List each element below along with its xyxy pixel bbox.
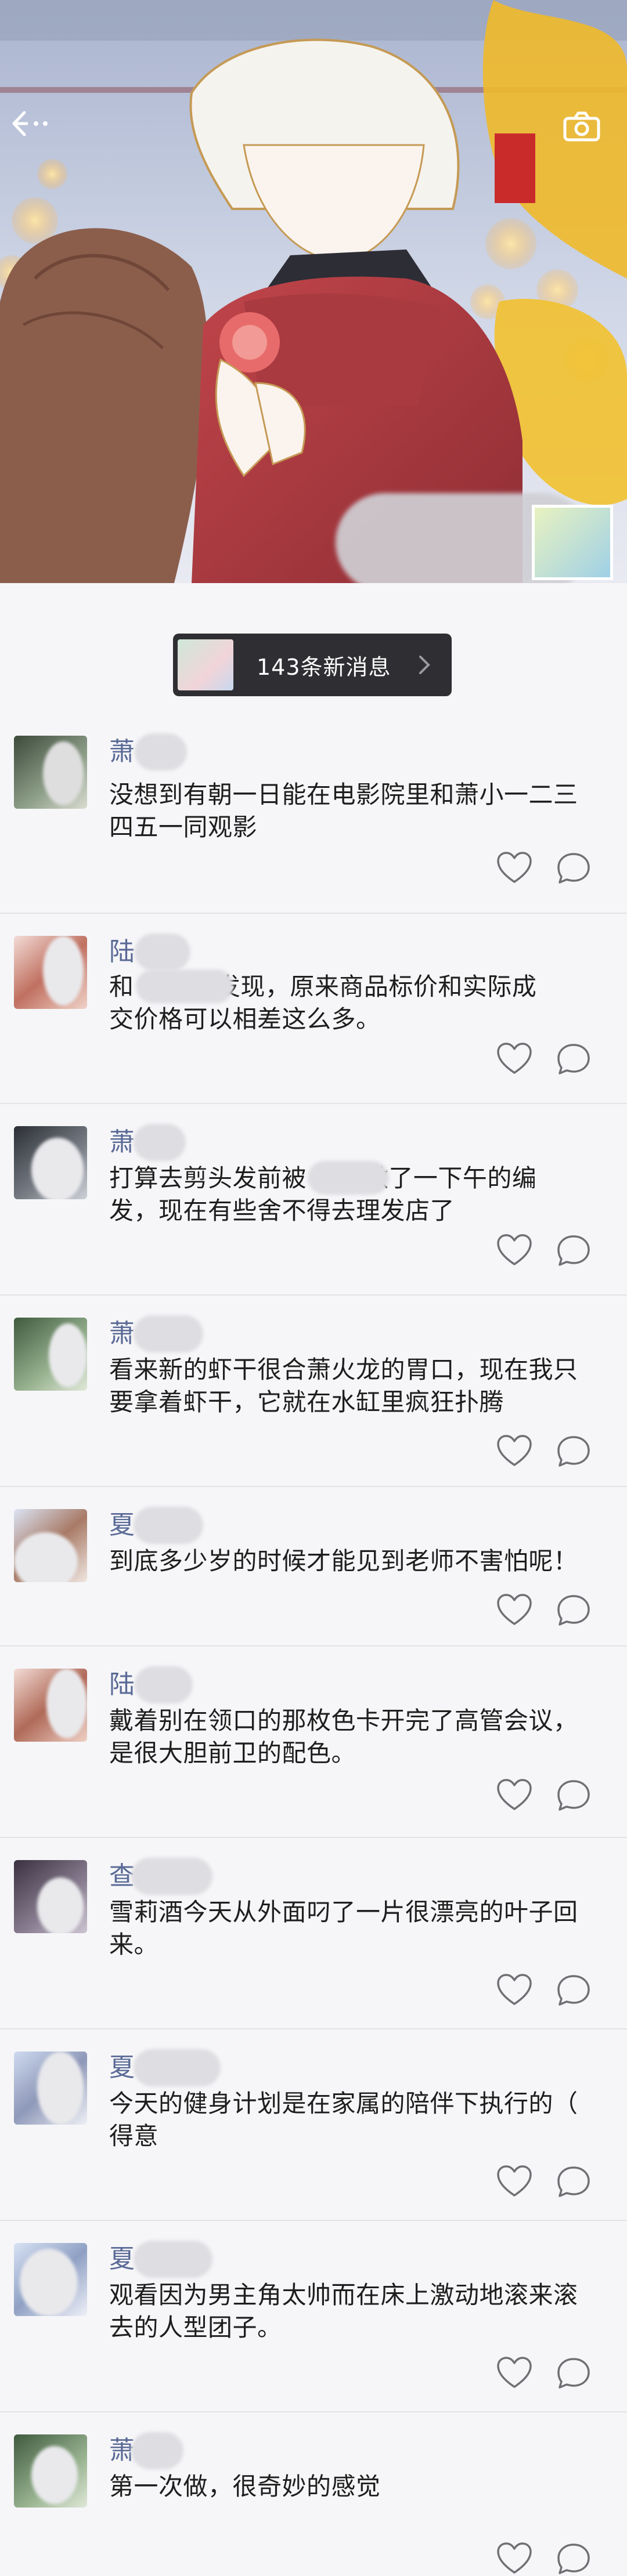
name-redacted [134,1507,203,1544]
post-text-line: 要拿着虾干，它就在水缸里疯狂扑腾 [109,1388,505,1416]
post-item: 萧 没想到有朝一日能在电影院里和萧小一二三 四五一同观影 [0,714,627,914]
post-item: 夏 今天的健身计划是在家属的陪伴下执行的（ 得意 [0,2029,627,2221]
post-text: 没想到有朝一日能在电影院里和萧小一二三 四五一同观影 [109,779,585,844]
heart-icon[interactable] [496,2356,533,2390]
post-author[interactable]: 萧 [109,1125,135,1160]
new-messages-avatar [178,639,233,690]
back-arrow-icon [12,111,48,136]
post-text-line: 得意 [109,2122,159,2150]
comment-icon[interactable] [555,2356,592,2390]
post-text: 看来新的虾干很合萧火龙的胃口，现在我只 要拿着虾干，它就在水缸里疯狂扑腾 [109,1354,585,1419]
post-text: 第一次做，很奇妙的感觉 [109,2470,585,2503]
post-item: 萧 打算去剪头发前被 拉着做了一下午的编 发，现在有些舍不得去理发店了 [0,1104,627,1296]
post-author[interactable]: 陆 [109,1667,135,1702]
avatar[interactable] [14,736,87,809]
avatar[interactable] [14,1860,87,1933]
post-text: 今天的健身计划是在家属的陪伴下执行的（ 得意 [109,2087,585,2152]
new-messages-label: 143条新消息 [257,654,391,680]
comment-icon[interactable] [555,1593,592,1627]
heart-icon[interactable] [496,1593,533,1627]
post-text: 雪莉酒今天从外面叼了一片很漂亮的叶子回 来。 [109,1896,585,1961]
post-text: 观看因为男主角太帅而在床上激动地滚来滚 去的人型团子。 [109,2279,585,2344]
name-redacted [135,934,190,971]
avatar[interactable] [14,936,87,1009]
post-author[interactable]: 夏 [109,1508,135,1543]
post-text-line: 四五一同观影 [109,813,258,841]
post-text-line: 是很大胆前卫的配色。 [109,1739,356,1767]
camera-button[interactable] [563,111,615,155]
text-redacted [308,1161,389,1195]
post-text-line: 观看因为男主角太帅而在床上激动地滚来滚 [109,2281,578,2309]
text-redacted [136,969,233,1003]
name-redacted [134,2241,212,2278]
heart-icon[interactable] [496,1041,533,1076]
comment-icon[interactable] [555,1973,592,2007]
avatar[interactable] [14,1509,87,1582]
new-messages-button[interactable]: 143条新消息 [173,634,452,696]
chevron-right-icon [419,656,430,674]
heart-icon[interactable] [496,1434,533,1468]
post-author[interactable]: 夏 [109,2242,135,2277]
post-text-line: 戴着别在领口的那枚色卡开完了高管会议， [109,1706,578,1735]
post-text-line: 今天的健身计划是在家属的陪伴下执行的（ [109,2089,578,2118]
heart-icon[interactable] [496,1973,533,2007]
post-item: 夏 观看因为男主角太帅而在床上激动地滚来滚 去的人型团子。 [0,2221,627,2412]
post-item: 萧 看来新的虾干很合萧火龙的胃口，现在我只 要拿着虾干，它就在水缸里疯狂扑腾 [0,1296,627,1487]
avatar[interactable] [14,2434,87,2508]
comment-icon[interactable] [555,1434,592,1468]
post-item: 陆 戴着别在领口的那枚色卡开完了高管会议， 是很大胆前卫的配色。 [0,1647,627,1838]
post-item: 萧 第一次做，很奇妙的感觉 [0,2412,627,2576]
name-redacted [134,1315,203,1352]
name-redacted [135,733,187,770]
heart-icon[interactable] [496,851,533,885]
post-text-line: 发，现在有些舍不得去理发店了 [109,1196,455,1225]
post-item: 陆 和 逛街新发现，原来商品标价和实际成 交价格可以相差这么多。 [0,914,627,1104]
comment-icon[interactable] [555,851,592,885]
comment-icon[interactable] [555,2164,592,2199]
heart-icon[interactable] [496,1778,533,1812]
post-text-line: 雪莉酒今天从外面叼了一片很漂亮的叶子回 [109,1898,578,1926]
avatar[interactable] [14,2243,87,2316]
camera-icon [563,111,600,142]
post-text-line: 来。 [109,1930,159,1959]
comment-icon[interactable] [555,1041,592,1076]
avatar[interactable] [14,1126,87,1199]
back-button[interactable] [10,110,69,157]
heart-icon[interactable] [496,2541,533,2576]
post-item: 夏 到底多少岁的时候才能见到老师不害怕呢！ [0,1487,627,1647]
avatar[interactable] [14,1318,87,1391]
cover-image [0,0,627,583]
owner-avatar[interactable] [532,505,613,580]
post-author[interactable]: 萧 [109,1316,135,1351]
name-redacted [131,2432,183,2469]
post-text-line: 到底多少岁的时候才能见到老师不害怕呢！ [109,1547,578,1575]
post-text-line: 没想到有朝一日能在电影院里和萧小一二三 [109,780,578,809]
name-redacted [135,1666,193,1703]
post-author[interactable]: 夏 [109,2050,135,2085]
post-text: 到底多少岁的时候才能见到老师不害怕呢！ [109,1545,585,1578]
post-text-line: 去的人型团子。 [109,2313,282,2342]
post-item: 查 雪莉酒今天从外面叼了一片很漂亮的叶子回 来。 [0,1838,627,2029]
moments-feed: 萧 没想到有朝一日能在电影院里和萧小一二三 四五一同观影 陆 和 逛街新发现，原… [0,714,627,2576]
comment-icon[interactable] [555,1233,592,1268]
post-text: 戴着别在领口的那枚色卡开完了高管会议， 是很大胆前卫的配色。 [109,1705,585,1770]
name-redacted [134,2049,221,2086]
post-text-line: 第一次做，很奇妙的感觉 [109,2472,381,2501]
comment-icon[interactable] [555,1778,592,1812]
name-redacted [131,1858,212,1895]
heart-icon[interactable] [496,1233,533,1268]
post-text-line: 交价格可以相差这么多。 [109,1005,381,1033]
heart-icon[interactable] [496,2164,533,2199]
avatar[interactable] [14,1669,87,1742]
post-text-line: 看来新的虾干很合萧火龙的胃口，现在我只 [109,1355,578,1384]
avatar[interactable] [14,2052,87,2125]
post-author[interactable]: 萧 [109,735,135,769]
comment-icon[interactable] [555,2541,592,2576]
post-author[interactable]: 陆 [109,935,135,969]
name-redacted [134,1124,186,1161]
